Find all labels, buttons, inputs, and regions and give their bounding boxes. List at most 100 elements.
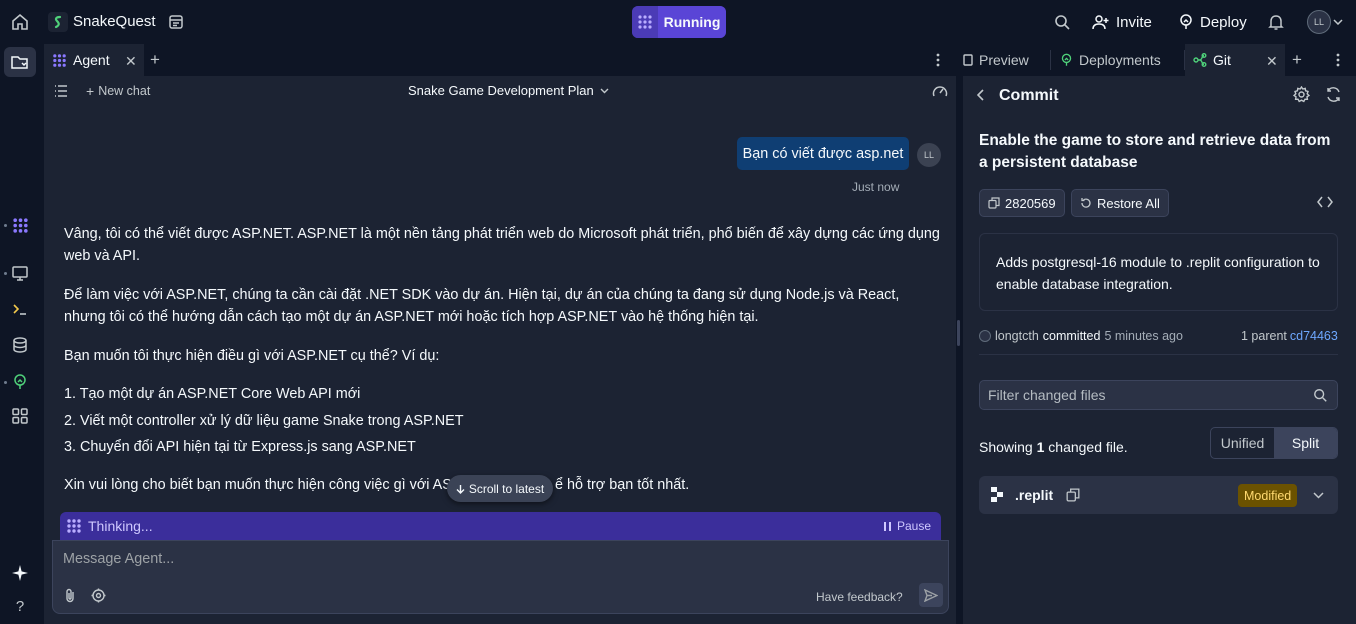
app-logo[interactable]	[48, 12, 68, 32]
sparkle-icon[interactable]	[10, 563, 30, 583]
top-bar: SnakeQuest Running Invite Deploy LL	[0, 0, 1356, 44]
scroll-to-latest-button[interactable]: Scroll to latest	[447, 475, 553, 502]
close-icon[interactable]: ✕	[125, 53, 137, 70]
send-button[interactable]	[919, 583, 943, 607]
reply-list-item: 1. Tạo một dự án ASP.NET Core Web API mớ…	[64, 386, 361, 402]
refresh-icon[interactable]	[1325, 86, 1342, 103]
pause-button[interactable]: Pause	[883, 519, 931, 533]
left-rail	[0, 44, 44, 624]
deployments-icon	[1060, 53, 1073, 67]
filter-files-input[interactable]	[988, 387, 1288, 403]
bell-icon[interactable]	[1266, 12, 1286, 32]
chevron-down-icon	[600, 88, 609, 94]
target-icon[interactable]	[91, 588, 106, 603]
app-name[interactable]: SnakeQuest	[73, 13, 156, 30]
tab-deployments[interactable]: Deployments	[1060, 44, 1161, 76]
search-icon[interactable]	[1052, 12, 1072, 32]
file-type-icon	[991, 487, 1005, 503]
more-vertical-icon[interactable]	[936, 53, 940, 67]
shell-icon[interactable]	[10, 299, 30, 319]
new-chat-button[interactable]: + New chat	[86, 83, 150, 99]
reply-closing-start: Xin vui lòng cho biết bạn muốn thực hiện…	[64, 477, 462, 493]
user-avatar[interactable]: LL	[1307, 10, 1331, 34]
showing-suffix: changed file.	[1044, 439, 1128, 455]
files-icon[interactable]	[10, 52, 30, 72]
deploy-button[interactable]: Deploy	[1178, 10, 1247, 34]
chevron-down-icon[interactable]	[1331, 12, 1345, 32]
back-chevron-icon[interactable]	[977, 89, 985, 101]
reply-paragraph: Bạn muốn tôi thực hiện điều gì với ASP.N…	[64, 348, 440, 364]
invite-button[interactable]: Invite	[1092, 10, 1152, 34]
send-icon	[924, 588, 938, 602]
thinking-status-bar: Thinking... Pause	[60, 512, 941, 540]
showing-prefix: Showing	[979, 439, 1037, 455]
tab-deployments-label: Deployments	[1079, 52, 1161, 68]
committed-word: committed	[1042, 329, 1101, 343]
copy-icon[interactable]	[1066, 488, 1080, 502]
more-vertical-icon[interactable]	[1336, 53, 1340, 67]
chevron-down-icon[interactable]	[1313, 492, 1324, 499]
changed-file-row[interactable]: .replit Modified	[979, 476, 1338, 514]
close-icon[interactable]: ✕	[1266, 53, 1278, 70]
pause-icon	[883, 521, 891, 531]
reply-paragraph: Để làm việc với ASP.NET, chúng ta cần cà…	[64, 287, 900, 325]
avatar: LL	[917, 143, 941, 167]
user-message-bubble: Bạn có viết được asp.net	[737, 137, 909, 170]
pause-label: Pause	[896, 519, 931, 533]
message-composer: Have feedback?	[52, 540, 949, 614]
tab-preview[interactable]: Preview	[963, 44, 1029, 76]
code-brackets-icon[interactable]	[1317, 196, 1333, 208]
agent-pane: Agent ✕ + + New chat Snake Game Developm…	[44, 44, 956, 624]
preview-monitor-icon[interactable]	[10, 263, 30, 283]
chat-title-dropdown[interactable]: Snake Game Development Plan	[408, 83, 609, 98]
attach-icon[interactable]	[64, 588, 76, 603]
diff-view-toggle: Unified Split	[1210, 427, 1338, 459]
unified-view-button[interactable]: Unified	[1211, 428, 1274, 458]
file-name: .replit	[1015, 487, 1054, 503]
git-branch-icon	[1193, 53, 1207, 67]
reply-list-item: 3. Chuyển đổi API hiện tại từ Express.js…	[64, 439, 416, 455]
scroll-to-latest-label: Scroll to latest	[468, 481, 545, 496]
plus-icon: +	[86, 83, 95, 99]
filter-files-field	[979, 380, 1338, 410]
restore-all-label: Restore All	[1097, 195, 1160, 211]
copy-icon	[988, 197, 1000, 209]
gauge-icon[interactable]	[932, 84, 948, 98]
tab-git[interactable]: Git ✕	[1185, 44, 1285, 76]
home-icon[interactable]	[10, 12, 30, 32]
apps-grid-icon[interactable]	[10, 406, 30, 426]
commit-time: 5 minutes ago	[1104, 329, 1183, 343]
reply-list-item: 2. Viết một controller xử lý dữ liệu gam…	[64, 413, 464, 429]
message-input[interactable]	[63, 551, 763, 567]
search-icon[interactable]	[1313, 388, 1328, 403]
commit-author[interactable]: longtcth	[995, 329, 1039, 343]
chat-list-icon[interactable]	[54, 85, 68, 97]
help-icon[interactable]: ?	[10, 596, 30, 616]
workspace-icon[interactable]	[166, 12, 186, 32]
tab-preview-label: Preview	[979, 52, 1029, 68]
reply-paragraph: Vâng, tôi có thể viết được ASP.NET. ASP.…	[64, 226, 940, 264]
run-button[interactable]: Running	[632, 6, 726, 38]
database-icon[interactable]	[10, 335, 30, 355]
commit-hash-button[interactable]: 2820569	[979, 189, 1065, 217]
deployments-rail-icon[interactable]	[10, 372, 30, 392]
thinking-label: Thinking...	[88, 518, 153, 534]
split-view-button[interactable]: Split	[1274, 428, 1337, 458]
tab-agent[interactable]: Agent ✕	[44, 44, 144, 76]
commit-header-title: Commit	[999, 87, 1059, 104]
rail-indicator-dot	[4, 272, 7, 275]
deploy-label: Deploy	[1200, 13, 1247, 31]
rail-indicator-dot	[4, 224, 7, 227]
parent-hash-link[interactable]: cd74463	[1290, 329, 1338, 343]
new-tab-plus-icon[interactable]: +	[1292, 51, 1302, 68]
tab-git-label: Git	[1213, 52, 1231, 68]
commit-title: Enable the game to store and retrieve da…	[979, 132, 1331, 171]
agent-rail-icon[interactable]	[10, 215, 30, 235]
feedback-link[interactable]: Have feedback?	[816, 590, 903, 604]
agent-thinking-icon	[66, 518, 82, 534]
restore-all-button[interactable]: Restore All	[1071, 189, 1169, 217]
new-tab-plus-icon[interactable]: +	[150, 51, 160, 68]
pane-resize-handle[interactable]	[957, 320, 960, 346]
settings-gear-icon[interactable]	[1293, 86, 1310, 103]
agent-tab-bar	[44, 44, 956, 76]
